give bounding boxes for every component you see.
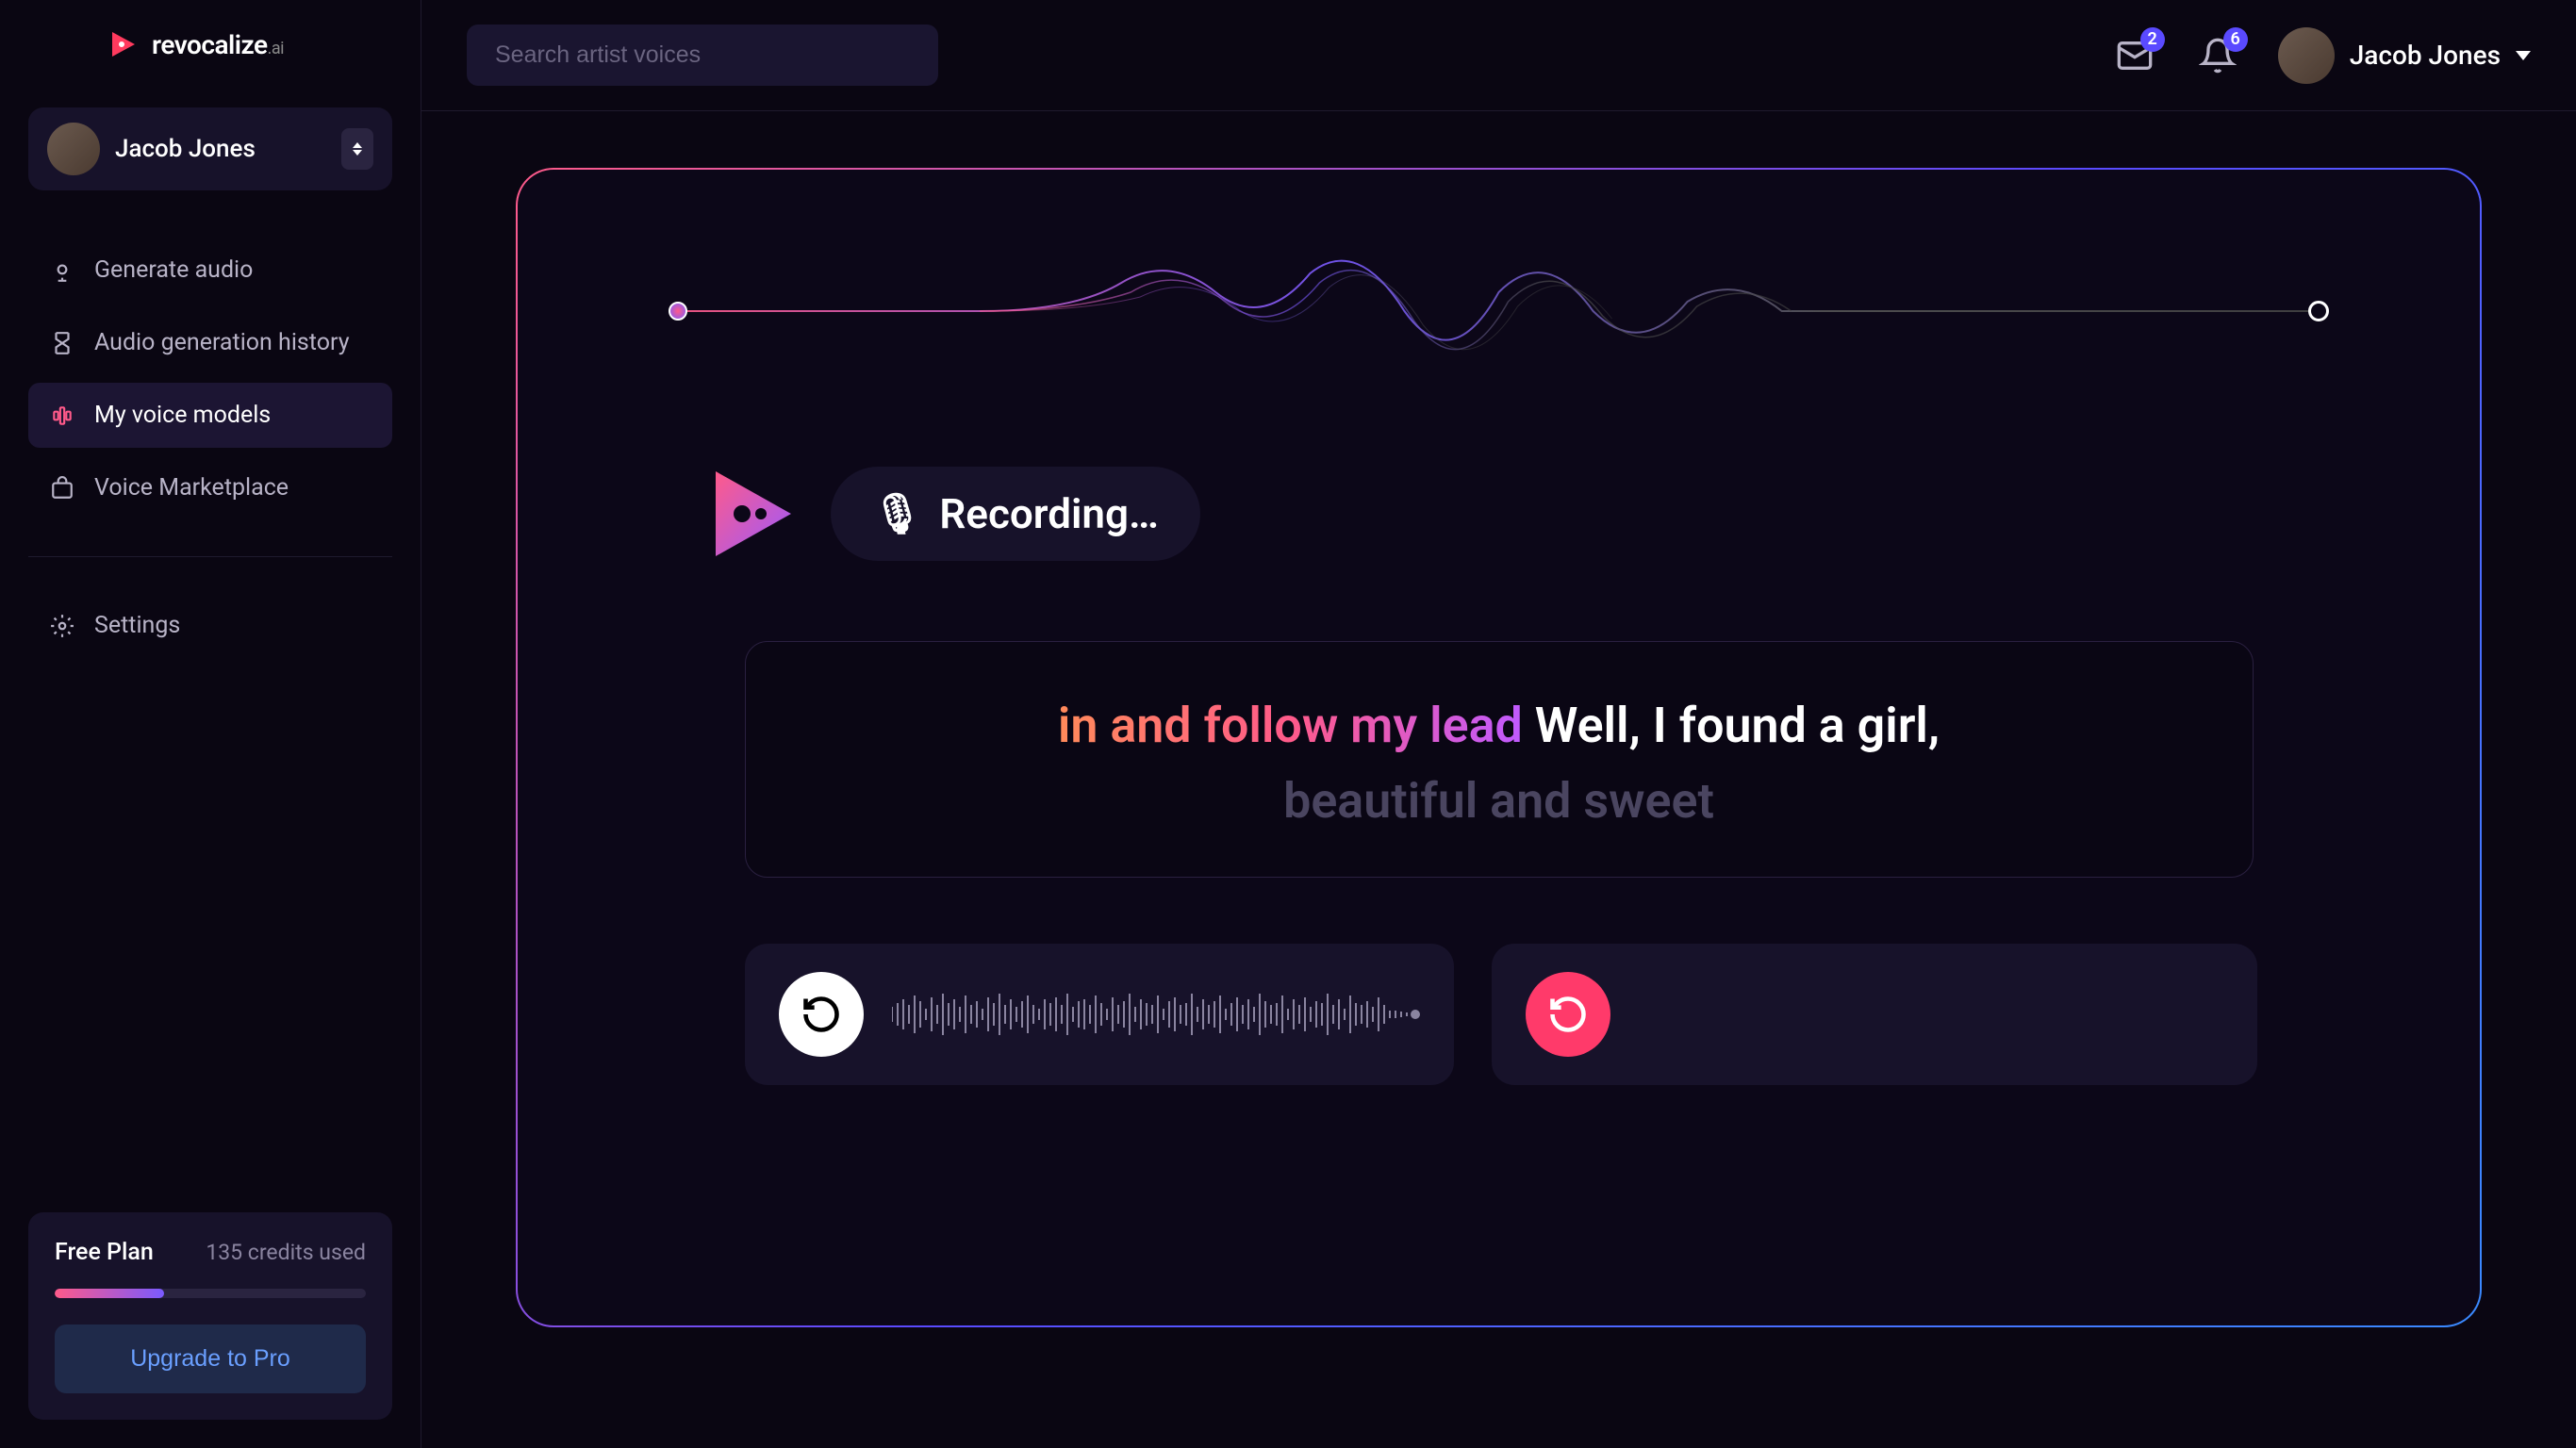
upgrade-button[interactable]: Upgrade to Pro	[55, 1325, 366, 1393]
avatar	[2278, 27, 2335, 84]
notifications-button[interactable]: 6	[2195, 33, 2240, 78]
nav-label: Voice Marketplace	[94, 474, 289, 502]
waveform-recorded	[1639, 986, 2223, 1043]
search-input[interactable]	[467, 25, 938, 86]
credits-progress	[55, 1289, 366, 1298]
logo-icon	[108, 28, 140, 60]
main-nav: Generate audio Audio generation history …	[28, 238, 392, 658]
avatar	[47, 123, 100, 175]
recording-panel: 🎙 Recording… in and follow my lead Well,…	[516, 168, 2482, 1327]
lyrics-sung: in and follow my lead	[1058, 697, 1523, 754]
lyrics-upcoming: Well, I found a girl,	[1523, 697, 1940, 754]
mic-icon	[49, 257, 75, 284]
workspace-switcher[interactable]: Jacob Jones	[28, 107, 392, 190]
nav-label: Audio generation history	[94, 329, 350, 356]
recording-status-badge: 🎙 Recording…	[831, 467, 1200, 561]
track-original	[745, 944, 1454, 1085]
topbar: 2 6 Jacob Jones	[421, 0, 2576, 111]
sidebar-item-voice-models[interactable]: My voice models	[28, 383, 392, 448]
plan-card: Free Plan 135 credits used Upgrade to Pr…	[28, 1212, 392, 1420]
recording-status-text: Recording…	[939, 489, 1159, 538]
nav-label: My voice models	[94, 402, 271, 429]
wave-visualization	[650, 226, 2348, 396]
replay-icon	[801, 994, 842, 1035]
track-recorded	[1492, 944, 2257, 1085]
sidebar-item-marketplace[interactable]: Voice Marketplace	[28, 455, 392, 520]
replay-recorded-button[interactable]	[1526, 972, 1610, 1057]
plan-name: Free Plan	[55, 1239, 154, 1266]
voice-icon	[49, 403, 75, 429]
replay-original-button[interactable]	[779, 972, 864, 1057]
nav-label: Settings	[94, 612, 180, 639]
divider	[28, 556, 392, 557]
sidebar: revocalize.ai Jacob Jones Generate audio…	[0, 0, 421, 1448]
gear-icon	[49, 613, 75, 639]
app-play-icon	[706, 462, 801, 566]
chevron-down-icon	[2516, 51, 2531, 60]
content: 🎙 Recording… in and follow my lead Well,…	[421, 111, 2576, 1448]
shop-icon	[49, 475, 75, 502]
lyrics-next-line: beautiful and sweet	[812, 772, 2187, 830]
bell-badge: 6	[2223, 27, 2248, 52]
hourglass-icon	[49, 330, 75, 356]
workspace-name: Jacob Jones	[115, 135, 326, 163]
microphone-icon: 🎙	[872, 491, 922, 537]
recording-header: 🎙 Recording…	[650, 462, 2348, 566]
mail-badge: 2	[2140, 27, 2165, 52]
mail-button[interactable]: 2	[2112, 33, 2157, 78]
replay-icon	[1547, 994, 1589, 1035]
timeline-start-handle[interactable]	[669, 302, 687, 321]
audio-tracks	[745, 944, 2254, 1085]
sidebar-item-history[interactable]: Audio generation history	[28, 310, 392, 375]
logo-text: revocalize.ai	[152, 29, 284, 60]
logo[interactable]: revocalize.ai	[28, 28, 392, 60]
user-name: Jacob Jones	[2350, 40, 2501, 71]
user-menu[interactable]: Jacob Jones	[2278, 27, 2531, 84]
main: 2 6 Jacob Jones	[421, 0, 2576, 1448]
sidebar-item-settings[interactable]: Settings	[28, 593, 392, 658]
plan-credits: 135 credits used	[206, 1240, 366, 1265]
timeline-end-handle[interactable]	[2308, 301, 2329, 321]
waveform-original	[892, 986, 1420, 1043]
lyrics-current-line: in and follow my lead Well, I found a gi…	[812, 689, 2187, 763]
nav-label: Generate audio	[94, 256, 253, 284]
progress-fill	[55, 1289, 164, 1298]
sidebar-item-generate-audio[interactable]: Generate audio	[28, 238, 392, 303]
lyrics-display: in and follow my lead Well, I found a gi…	[745, 641, 2254, 878]
switcher-toggle-icon[interactable]	[341, 128, 373, 170]
timeline-waveform[interactable]	[650, 226, 2348, 396]
